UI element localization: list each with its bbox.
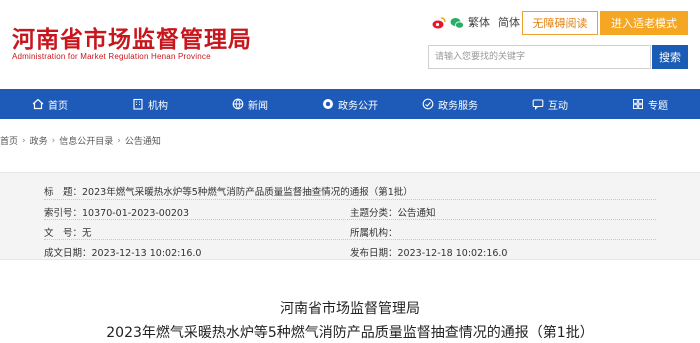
- nav-item-interaction[interactable]: 互动: [500, 89, 600, 119]
- top-tools: 繁体 简体: [432, 12, 528, 32]
- document-info-panel: 标 题：2023年燃气采暖热水炉等5种燃气消防产品质量监督抽查情况的通报（第1批…: [0, 172, 700, 260]
- nav-item-label: 互动: [548, 100, 568, 112]
- info-org-row: 所属机构：: [350, 225, 398, 239]
- nav-item-label: 新闻: [248, 100, 268, 112]
- accessible-reading-button[interactable]: 无障碍阅读: [522, 11, 598, 35]
- breadcrumb-catalog[interactable]: 信息公开目录: [59, 134, 113, 147]
- nav-item-gov-services[interactable]: 政务服务: [400, 89, 500, 119]
- nav-item-label: 政务服务: [438, 100, 478, 112]
- breadcrumb-separator: ›: [51, 135, 56, 146]
- info-docnum-label: 文 号：: [44, 228, 83, 239]
- info-category-value: 公告通知: [397, 208, 436, 219]
- breadcrumb-separator: ›: [22, 135, 26, 146]
- simplified-chinese-link[interactable]: 简体: [498, 14, 520, 30]
- nav-item-news[interactable]: 新闻: [200, 89, 300, 119]
- breadcrumb: 首页 › 政务 › 信息公开目录 › 公告通知: [0, 134, 161, 148]
- divider: [44, 199, 656, 200]
- divider: [44, 239, 656, 240]
- nav-item-label: 政务公开: [338, 100, 378, 112]
- info-published-row: 发布日期：2023-12-18 10:02:16.0: [350, 245, 507, 259]
- breadcrumb-separator: ›: [117, 135, 121, 146]
- search-button[interactable]: 搜索: [652, 45, 688, 69]
- traditional-chinese-link[interactable]: 繁体: [468, 14, 490, 30]
- building-icon: [132, 98, 144, 110]
- info-index-label: 索引号：: [44, 208, 83, 219]
- main-nav: 首页 机构 新闻 政务公开 政务服务 互动 专题: [0, 89, 700, 119]
- weibo-icon[interactable]: [432, 15, 446, 29]
- breadcrumb-gov[interactable]: 政务: [30, 134, 48, 147]
- wechat-icon[interactable]: [450, 15, 464, 29]
- search-input[interactable]: 请输入您要找的关键字: [428, 45, 651, 69]
- info-index-value: 10370-01-2023-00203: [82, 208, 190, 219]
- divider: [44, 219, 656, 220]
- emblem-icon: [322, 98, 334, 110]
- nav-item-label: 首页: [48, 100, 68, 112]
- elder-mode-button[interactable]: 进入适老模式: [600, 11, 688, 35]
- nav-item-topics[interactable]: 专题: [600, 89, 700, 119]
- grid-icon: [632, 98, 644, 110]
- chat-icon: [532, 98, 544, 111]
- info-org-label: 所属机构：: [350, 228, 398, 239]
- info-category-row: 主题分类：公告通知: [350, 205, 436, 219]
- info-created-label: 成文日期：: [44, 248, 92, 259]
- nav-item-gov-affairs[interactable]: 政务公开: [300, 89, 400, 119]
- info-created-value: 2023-12-13 10:02:16.0: [91, 248, 202, 259]
- nav-item-label: 专题: [648, 100, 668, 112]
- info-docnum-value: 无: [82, 228, 92, 239]
- info-docnum-row: 文 号：无: [44, 225, 92, 239]
- service-icon: [422, 98, 434, 110]
- home-icon: [32, 98, 44, 110]
- nav-item-organization[interactable]: 机构: [100, 89, 200, 119]
- info-category-label: 主题分类：: [350, 208, 398, 219]
- article-title: 2023年燃气采暖热水炉等5种燃气消防产品质量监督抽查情况的通报（第1批）: [106, 325, 594, 341]
- nav-item-label: 机构: [148, 100, 168, 112]
- info-title-row: 标 题：2023年燃气采暖热水炉等5种燃气消防产品质量监督抽查情况的通报（第1批…: [44, 184, 413, 198]
- site-logo-subtitle: Administration for Market Regulation Hen…: [12, 52, 211, 61]
- info-title-value: 2023年燃气采暖热水炉等5种燃气消防产品质量监督抽查情况的通报（第1批）: [82, 187, 413, 198]
- info-published-label: 发布日期：: [350, 248, 398, 259]
- globe-icon: [232, 98, 244, 110]
- nav-item-home[interactable]: 首页: [0, 89, 100, 119]
- site-header: 河南省市场监督管理局 Administration for Market Reg…: [0, 0, 700, 89]
- info-published-value: 2023-12-18 10:02:16.0: [397, 248, 508, 259]
- info-index-row: 索引号：10370-01-2023-00203: [44, 205, 189, 219]
- info-created-row: 成文日期：2023-12-13 10:02:16.0: [44, 245, 201, 259]
- article-organization: 河南省市场监督管理局: [280, 301, 420, 317]
- breadcrumb-home[interactable]: 首页: [0, 134, 18, 147]
- breadcrumb-notice[interactable]: 公告通知: [125, 134, 161, 147]
- info-title-label: 标 题：: [44, 187, 83, 198]
- site-logo-title[interactable]: 河南省市场监督管理局: [12, 20, 252, 54]
